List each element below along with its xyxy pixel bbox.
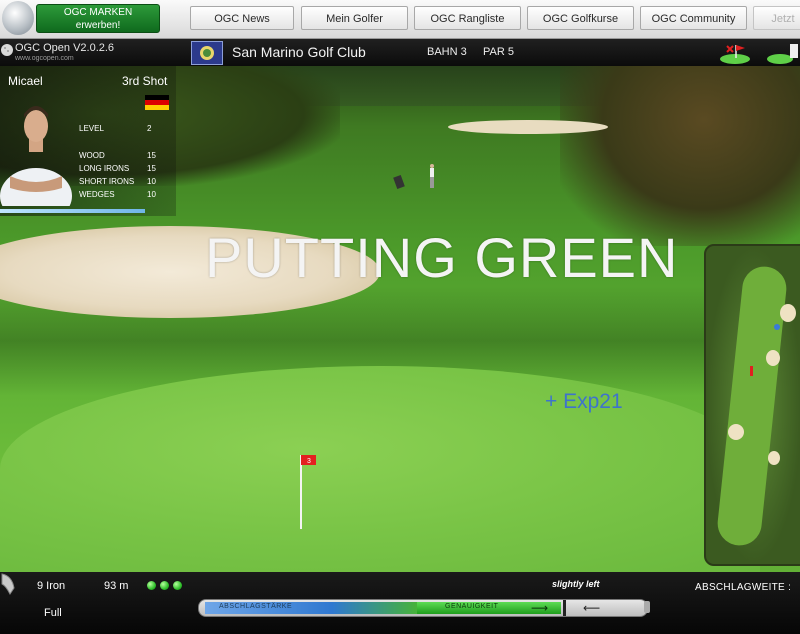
nav-ogc-golfkurse[interactable]: OGC Golfkurse <box>527 6 634 30</box>
minimap-bunker <box>780 304 796 322</box>
nav-ogc-community[interactable]: OGC Community <box>640 6 747 30</box>
minimap-bunker <box>768 451 780 465</box>
nav-ogc-news[interactable]: OGC News <box>190 6 294 30</box>
nav-jetzt[interactable]: Jetzt <box>753 6 800 30</box>
pin-number: 3 <box>307 458 311 465</box>
arrow-right-icon: ⟶ <box>531 601 549 615</box>
level-value: 2 <box>147 124 152 133</box>
hole-par: PAR 5 <box>483 46 514 58</box>
tee-view-icon[interactable] <box>766 42 800 64</box>
course-info-bar: OGC Open V2.0.2.6 www.ogcopen.com San Ma… <box>0 39 800 66</box>
minimap-pin-icon <box>750 366 753 376</box>
germany-flag-icon <box>145 95 169 110</box>
club-selection[interactable]: 9 Iron <box>37 580 65 592</box>
stat-value: 15 <box>147 164 156 173</box>
scene-title: PUTTING GREEN <box>205 226 679 289</box>
shot-distance: 93 m <box>104 580 129 592</box>
stat-label: SHORT IRONS <box>79 177 135 186</box>
abschlagweite-label: ABSCHLAGWEITE : <box>695 582 792 593</box>
experience-gain: + Exp21 <box>545 390 623 413</box>
power-dot <box>173 581 182 590</box>
player-panel: Micael 3rd Shot LEVEL 2 WOOD 15 LONG IRO… <box>0 66 176 216</box>
arrow-left-icon: ⟵ <box>583 601 601 615</box>
nav-mein-golfer[interactable]: Mein Golfer <box>301 6 408 30</box>
green-view-icon[interactable] <box>718 42 752 64</box>
minimap-bunker <box>766 350 780 366</box>
ogc-logo <box>2 1 34 35</box>
top-navigation-bar: OGC MARKEN erwerben! OGC News Mein Golfe… <box>0 0 800 39</box>
stat-value: 10 <box>147 177 156 186</box>
golf-ball-icon <box>1 44 13 56</box>
golf-bag <box>393 174 405 190</box>
marken-line1: OGC MARKEN <box>63 7 133 18</box>
distant-golfer <box>430 164 434 188</box>
app-website: www.ogcopen.com <box>15 55 74 62</box>
shot-number: 3rd Shot <box>122 74 168 88</box>
ogc-marken-button[interactable]: OGC MARKEN erwerben! <box>36 4 160 33</box>
swing-mode[interactable]: Full <box>44 607 62 619</box>
stat-value: 15 <box>147 151 156 160</box>
club-crest-icon <box>191 41 223 65</box>
minimap-fairway <box>715 264 789 548</box>
meter-marker <box>563 600 566 616</box>
power-label: ABSCHLAGSTÄRKE <box>219 603 293 610</box>
power-dot <box>160 581 169 590</box>
marken-line2: erwerben! <box>75 20 121 31</box>
hole-number: BAHN 3 <box>427 46 467 58</box>
stat-value: 10 <box>147 190 156 199</box>
stat-label: WOOD <box>79 151 105 160</box>
stat-label: LONG IRONS <box>79 164 130 173</box>
nav-ogc-rangliste[interactable]: OGC Rangliste <box>414 6 521 30</box>
player-avatar <box>0 106 72 206</box>
far-bunker <box>448 120 608 134</box>
level-label: LEVEL <box>79 124 104 133</box>
meter-end-cap <box>644 601 650 613</box>
golf-club-icon[interactable] <box>0 570 20 600</box>
minimap-bunker <box>728 424 744 440</box>
power-dot <box>147 581 156 590</box>
swing-meter[interactable]: ABSCHLAGSTÄRKE GENAUIGKEIT ⟶ ⟵ <box>198 599 648 617</box>
accuracy-label: GENAUIGKEIT <box>445 603 499 610</box>
flag-pin-icon: 3 <box>300 455 316 529</box>
hole-minimap[interactable] <box>704 244 800 566</box>
app-version: OGC Open V2.0.2.6 <box>15 42 115 54</box>
player-name: Micael <box>8 74 43 88</box>
wind-direction: slightly left <box>552 579 600 589</box>
player-progress-bar <box>0 209 145 213</box>
trees-right <box>560 66 800 246</box>
club-name: San Marino Golf Club <box>232 44 366 60</box>
minimap-ball-icon <box>774 324 780 330</box>
stat-label: WEDGES <box>79 190 115 199</box>
putting-green-surface <box>0 366 760 572</box>
